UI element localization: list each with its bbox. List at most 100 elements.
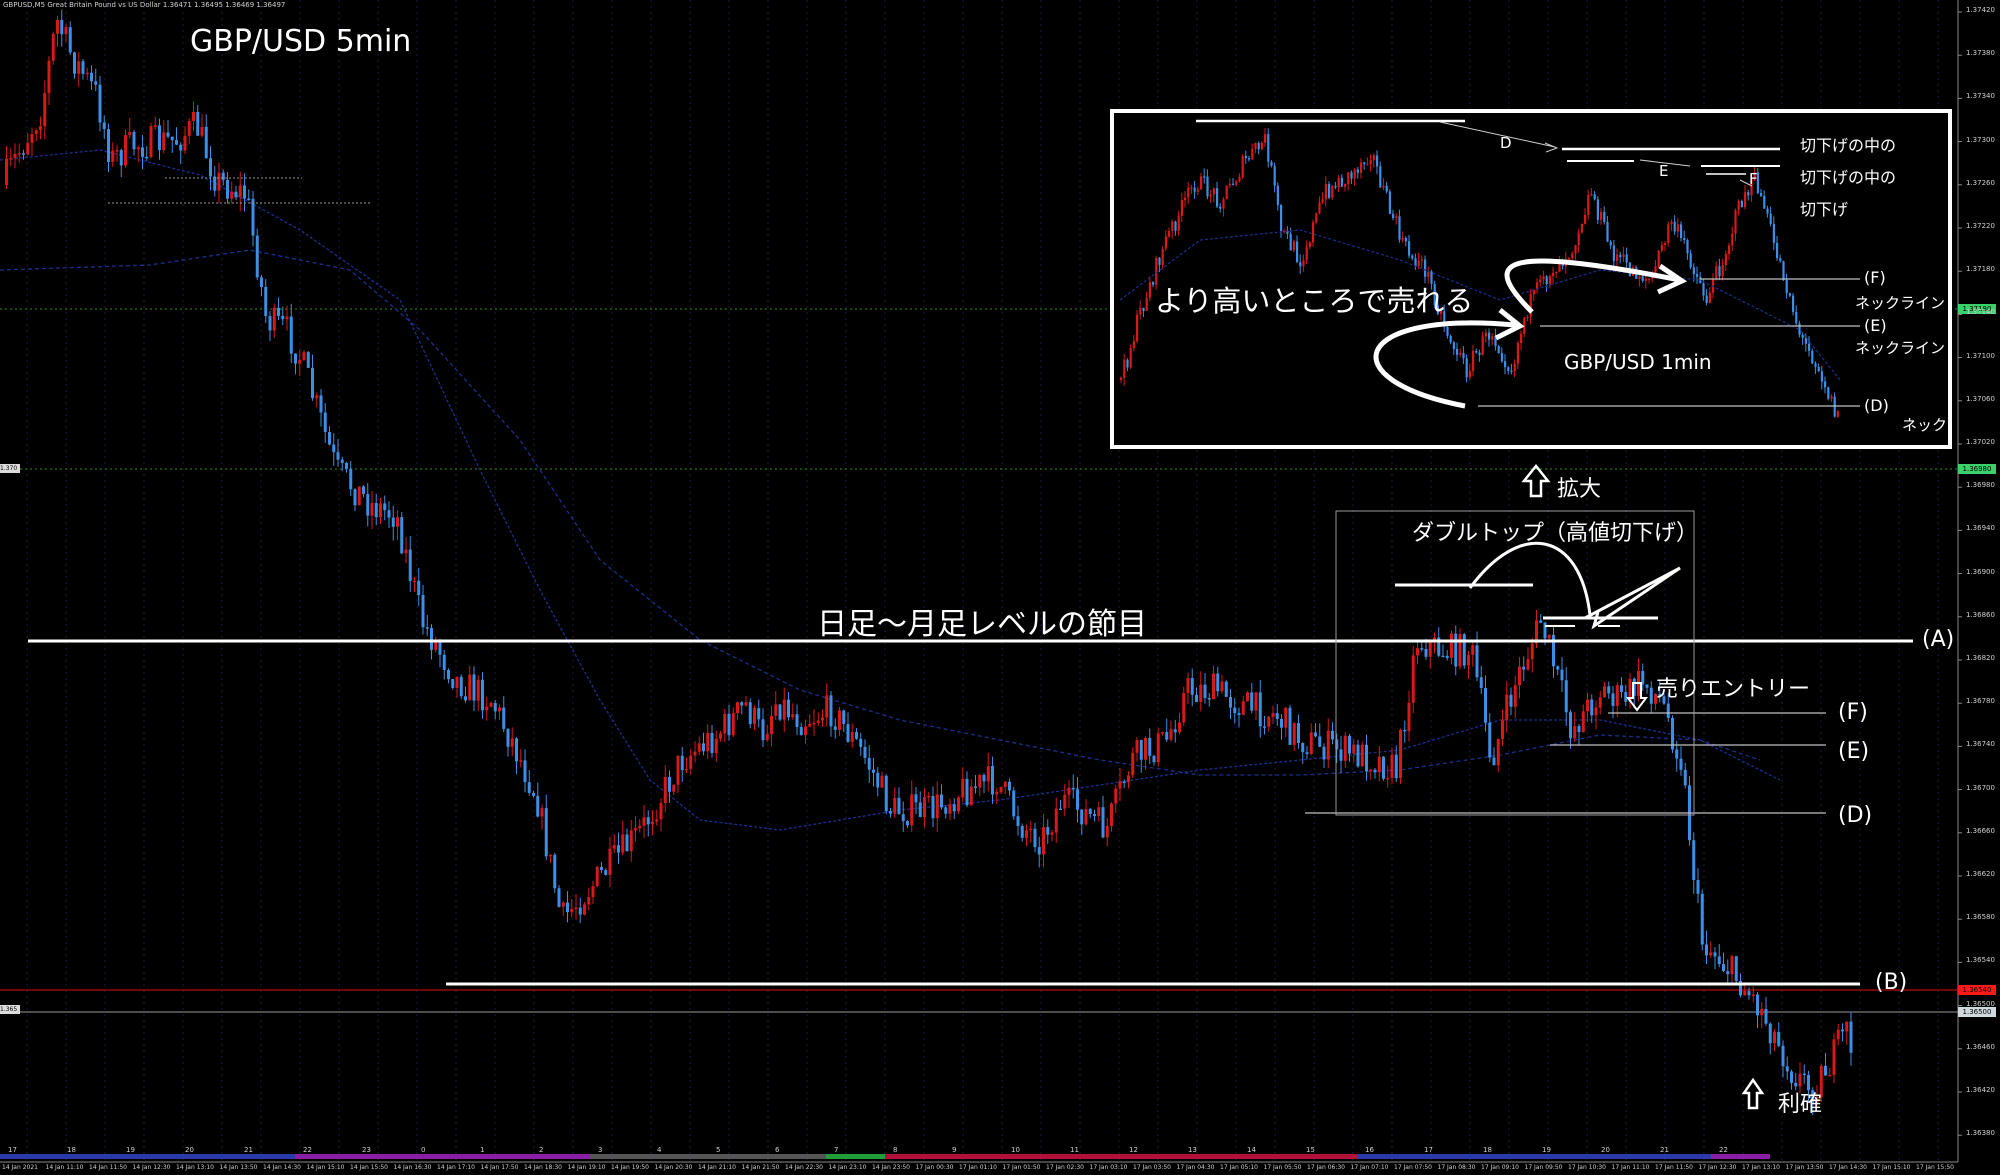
candle-body (740, 702, 744, 706)
candle-body (1250, 692, 1254, 711)
period-label: 11 (1070, 1146, 1079, 1154)
inset-candle-body (1779, 258, 1782, 262)
candle-body (336, 452, 340, 460)
candle-body (77, 61, 81, 74)
period-label: 20 (1601, 1146, 1610, 1154)
candle-body (961, 778, 965, 798)
candle-body (659, 803, 663, 820)
candle-body (1156, 733, 1160, 763)
inset-candle-body (1395, 216, 1398, 218)
inset-candle-body (1673, 221, 1676, 232)
y-tick-label: 1.36420 (1966, 1086, 1995, 1094)
candle-body (974, 786, 977, 788)
inset-candle-body (1593, 194, 1596, 200)
candle-body (179, 144, 183, 151)
candle-body (362, 486, 365, 495)
candle-body (1003, 781, 1007, 787)
candle-body (289, 316, 293, 354)
candle-body (519, 760, 523, 762)
period-label: 3 (598, 1146, 602, 1154)
candle-body (459, 676, 463, 697)
candle-body (506, 728, 510, 747)
candle-body (353, 489, 357, 506)
inset-candle-body (1648, 278, 1651, 280)
candle-body (213, 176, 217, 191)
candle-body (255, 235, 259, 278)
zoom-arrow (1521, 463, 1551, 498)
inset-candle-body (1811, 350, 1814, 364)
candle-body (646, 817, 650, 825)
price-chart[interactable]: 17 18 19 20 21 22 23 0 1 2 3 4 5 6 7 8 9 10 11 12 13 14 15 16 17… (0, 0, 2000, 1175)
inset-candle-body (1606, 222, 1609, 242)
candle-body (1292, 723, 1296, 745)
inset-candle-body (1424, 259, 1427, 277)
candle-body (672, 784, 676, 792)
candle-body (1603, 686, 1606, 698)
inset-candle-body (1616, 254, 1619, 261)
candle-body (243, 185, 246, 199)
candle-body (1326, 730, 1330, 760)
candle-body (1649, 687, 1653, 704)
candle-body (1318, 736, 1322, 747)
candle-body (600, 866, 603, 871)
x-tick-label: 14 Jan 12:30 (132, 1164, 171, 1171)
candle-body (1054, 808, 1058, 833)
candle-body (995, 792, 999, 795)
candle-body (1288, 707, 1292, 745)
candle-body (153, 125, 157, 127)
inset-candle-body (1584, 214, 1587, 224)
candle-body (311, 367, 314, 399)
inset-candle-body (1734, 210, 1737, 234)
period-label: 10 (1011, 1146, 1020, 1154)
candle-body (442, 654, 446, 670)
candle-body (489, 703, 493, 707)
period-bar (531, 1154, 590, 1159)
candle-body (1841, 1029, 1844, 1032)
candle-body (719, 733, 722, 739)
y-tick-label: 1.37020 (1966, 438, 1995, 446)
inset-candle-body (1222, 199, 1225, 209)
period-label: 18 (1483, 1146, 1492, 1154)
candle-body (863, 746, 867, 758)
candle-body (1356, 744, 1360, 767)
candle-body (94, 81, 98, 85)
candle-body (1284, 707, 1288, 728)
period-label: 19 (126, 1146, 135, 1154)
candle-body (561, 902, 565, 907)
period-bar (118, 1154, 177, 1159)
inset-candle-body (1731, 233, 1734, 246)
candle-body (1025, 830, 1028, 838)
y-tick-label: 1.36820 (1966, 654, 1995, 662)
candle-body (1747, 991, 1751, 996)
inset-candle-body (1196, 189, 1199, 192)
inset-candle-body (1577, 232, 1580, 246)
inset-candle-body (1705, 295, 1708, 304)
inset-candle-body (1328, 183, 1331, 198)
inset-candle-body (1507, 367, 1510, 371)
candle-body (1195, 694, 1198, 702)
candle-body (434, 642, 438, 650)
candle-body (1305, 752, 1309, 754)
zoom-label: 拡大 (1557, 477, 1602, 502)
inset-candle-body (1504, 361, 1507, 368)
candle-body (1828, 1074, 1832, 1077)
candle-body (914, 794, 918, 803)
candle-body (621, 834, 625, 853)
candle-body (1033, 828, 1037, 848)
inset-candle-body (1292, 241, 1295, 251)
inset-candle-body (1820, 371, 1823, 382)
inset-candle-body (1136, 314, 1139, 342)
inset-candle-body (1708, 292, 1711, 304)
candle-body (829, 695, 833, 727)
candle-body (1135, 740, 1139, 753)
inset-candle-body (1638, 276, 1641, 279)
inset-candle-body (1299, 262, 1302, 267)
candle-body (251, 198, 255, 236)
candle-body (1802, 1073, 1806, 1076)
candle-body (5, 158, 8, 185)
period-label: 17 (8, 1146, 17, 1154)
inset-candle-body (1484, 332, 1487, 337)
candle-body (1832, 1039, 1836, 1075)
inset-candle-body (1462, 352, 1465, 359)
inset-headline: より高いところで売れる (1155, 284, 1474, 318)
